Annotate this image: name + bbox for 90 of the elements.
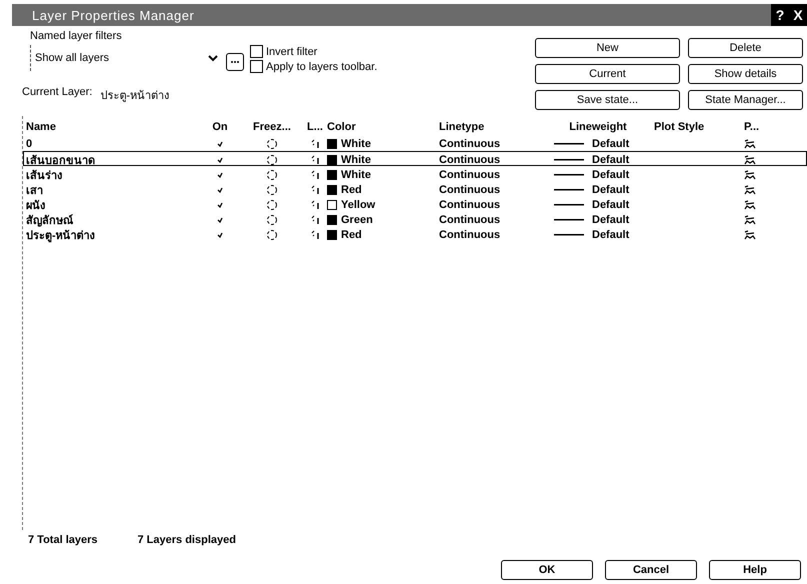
ellipsis-icon (230, 60, 240, 64)
line-icon (554, 234, 584, 236)
line-icon (554, 219, 584, 221)
line-icon (554, 142, 584, 144)
linetype: Continuous (439, 138, 502, 150)
lineweight: Default (592, 214, 630, 226)
filter-browse-button[interactable] (226, 53, 244, 71)
dialog-button[interactable]: Help (709, 560, 801, 580)
dialog-button[interactable]: State Manager... (688, 90, 803, 110)
color-swatch[interactable] (327, 230, 337, 240)
dialog-button[interactable]: Save state... (535, 90, 680, 110)
dialog-button[interactable]: New (535, 38, 680, 58)
close-button[interactable]: X (789, 4, 807, 26)
lineweight: Default (592, 138, 630, 150)
lineweight: Default (592, 229, 630, 241)
dialog-button[interactable]: OK (501, 560, 593, 580)
dialog-button[interactable]: Current (535, 64, 680, 84)
column-header[interactable]: Plot Style (654, 121, 744, 133)
lineweight: Default (592, 154, 630, 166)
column-header[interactable]: Freez... (241, 121, 303, 133)
on-icon[interactable] (217, 157, 223, 163)
linetype: Continuous (439, 184, 502, 196)
color-swatch[interactable] (327, 138, 337, 148)
layer-row[interactable]: เสา Red Continuous Default (23, 181, 807, 196)
color-name: White (341, 169, 371, 181)
color-name: White (341, 138, 371, 150)
linetype: Continuous (439, 214, 502, 226)
line-icon (554, 204, 584, 206)
color-swatch[interactable] (327, 155, 337, 165)
layer-name: 0 (25, 138, 34, 150)
layer-row[interactable]: เส้นบอกขนาด White Continuous Default (23, 151, 807, 166)
caret-icon (208, 54, 218, 62)
layer-row[interactable]: สัญลักษณ์ Green Continuous Default (23, 211, 807, 226)
column-header[interactable]: Lineweight (542, 121, 654, 133)
color-name: Red (341, 229, 362, 241)
linetype: Continuous (439, 229, 502, 241)
line-icon (554, 189, 584, 191)
color-swatch[interactable] (327, 200, 337, 210)
linetype: Continuous (439, 154, 502, 166)
column-header[interactable]: L... (303, 121, 327, 133)
on-icon[interactable] (217, 232, 223, 238)
checkbox[interactable] (250, 60, 263, 73)
color-swatch[interactable] (327, 170, 337, 180)
filter-label: Named layer filters (30, 30, 123, 42)
column-header[interactable]: P... (744, 121, 784, 133)
column-header[interactable]: On (199, 121, 241, 133)
help-button[interactable]: ? (771, 4, 789, 26)
current-layer-label: Current Layer: (22, 86, 92, 100)
dialog-button[interactable]: Cancel (605, 560, 697, 580)
color-swatch[interactable] (327, 215, 337, 225)
column-header[interactable]: Color (327, 121, 439, 133)
line-icon (554, 174, 584, 176)
dialog-button[interactable]: Delete (688, 38, 803, 58)
current-layer-value: ประตู-หน้าต่าง (100, 89, 169, 104)
linetype: Continuous (439, 169, 502, 181)
lineweight: Default (592, 169, 630, 181)
layers-displayed: 7 Layers displayed (138, 534, 236, 546)
on-icon[interactable] (217, 172, 223, 178)
color-name: Yellow (341, 199, 376, 211)
total-layers: 7 Total layers (28, 534, 98, 546)
filter-dropdown[interactable]: Show all layers (30, 45, 220, 71)
on-icon[interactable] (217, 202, 223, 208)
checkbox-label: Apply to layers toolbar. (266, 60, 378, 72)
layer-name: ประตู-หน้าต่าง (25, 228, 96, 244)
on-icon[interactable] (217, 140, 223, 146)
color-swatch[interactable] (327, 185, 337, 195)
layer-row[interactable]: ประตู-หน้าต่าง Red Continuous Default (23, 226, 807, 241)
lineweight: Default (592, 199, 630, 211)
checkbox-label: Invert filter (266, 46, 318, 58)
column-header[interactable]: Linetype (439, 121, 542, 133)
line-icon (554, 159, 584, 161)
layer-name: เสา (25, 184, 44, 199)
layer-name: ผนัง (25, 198, 46, 214)
color-name: White (341, 154, 371, 166)
layer-name: เส้นบอกขนาด (25, 154, 96, 169)
checkbox[interactable] (250, 45, 263, 58)
color-name: Red (341, 184, 362, 196)
on-icon[interactable] (217, 217, 223, 223)
dialog-button[interactable]: Show details (688, 64, 803, 84)
layer-row[interactable]: 0 White Continuous Default (23, 136, 807, 151)
layer-row[interactable]: ผนัง Yellow Continuous Default (23, 196, 807, 211)
lineweight: Default (592, 184, 630, 196)
on-icon[interactable] (217, 187, 223, 193)
linetype: Continuous (439, 199, 502, 211)
color-name: Green (341, 214, 373, 226)
window-title: Layer Properties Manager (31, 8, 194, 22)
layer-name: สัญลักษณ์ (25, 213, 74, 229)
layer-name: เส้นร่าง (25, 168, 63, 184)
layer-row[interactable]: เส้นร่าง White Continuous Default (23, 166, 807, 181)
column-header[interactable]: Name (23, 121, 199, 133)
